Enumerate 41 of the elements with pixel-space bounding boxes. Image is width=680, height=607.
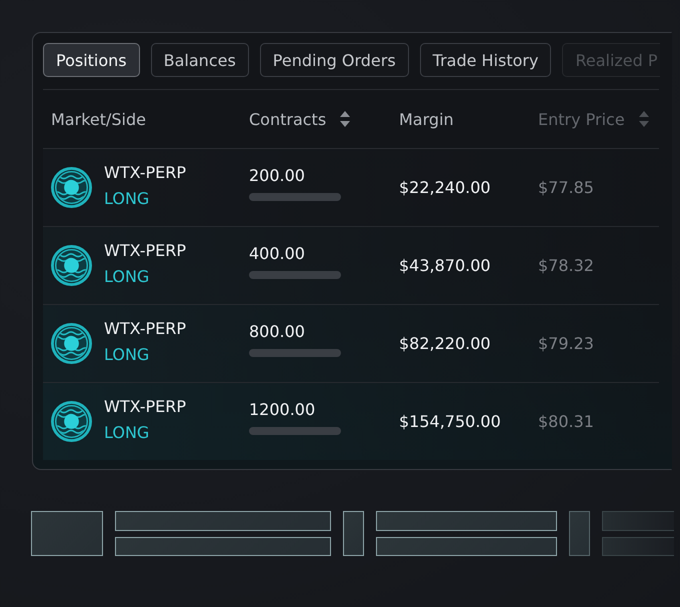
market-name: WTX-PERP <box>104 240 186 262</box>
entry-price-value: $77.85 <box>538 178 594 197</box>
sort-icon[interactable] <box>340 111 350 127</box>
market-name: WTX-PERP <box>104 162 186 184</box>
entry-price-value: $78.32 <box>538 256 594 275</box>
margin-value: $22,240.00 <box>399 178 491 197</box>
contracts-value: 1200.00 <box>249 400 316 419</box>
column-header: Contracts <box>249 110 326 128</box>
column-header: Margin <box>399 110 454 128</box>
tab[interactable]: Balances <box>150 43 249 77</box>
market-name: WTX-PERP <box>104 396 186 418</box>
contracts-value: 200.00 <box>249 166 305 185</box>
column-header: Market/Side <box>51 110 146 128</box>
tab[interactable]: Positions <box>43 43 140 77</box>
tab[interactable]: Trade History <box>420 43 552 77</box>
entry-price-value: $80.31 <box>538 412 594 431</box>
wave-coin-icon <box>51 401 92 442</box>
column-header: Entry Price <box>538 110 625 128</box>
skeleton-block <box>343 511 364 556</box>
side-label: LONG <box>104 422 150 444</box>
wave-coin-icon <box>51 245 92 286</box>
side-label: LONG <box>104 188 150 210</box>
tab[interactable]: Pending Orders <box>260 43 409 77</box>
skeleton-bar <box>602 511 674 530</box>
table-row[interactable]: WTX-PERP LONG 200.00 $22,240.00 $77.85 <box>43 149 659 227</box>
skeleton-block <box>569 511 590 556</box>
margin-value: $43,870.00 <box>399 256 491 275</box>
side-label: LONG <box>104 266 150 288</box>
skeleton-bar <box>602 536 674 556</box>
contracts-value: 400.00 <box>249 244 305 263</box>
contracts-value: 800.00 <box>249 322 305 341</box>
wave-coin-icon <box>51 323 92 364</box>
entry-price-value: $79.23 <box>538 334 594 353</box>
table-row[interactable]: WTX-PERP LONG 800.00 $82,220.00 $79.23 <box>43 305 659 383</box>
wave-coin-icon <box>51 167 92 208</box>
margin-value: $154,750.00 <box>399 412 501 431</box>
skeleton-block <box>31 511 103 556</box>
side-label: LONG <box>104 344 150 366</box>
table-row[interactable]: WTX-PERP LONG 400.00 $43,870.00 $78.32 <box>43 227 659 305</box>
market-name: WTX-PERP <box>104 318 186 340</box>
margin-value: $82,220.00 <box>399 334 491 353</box>
